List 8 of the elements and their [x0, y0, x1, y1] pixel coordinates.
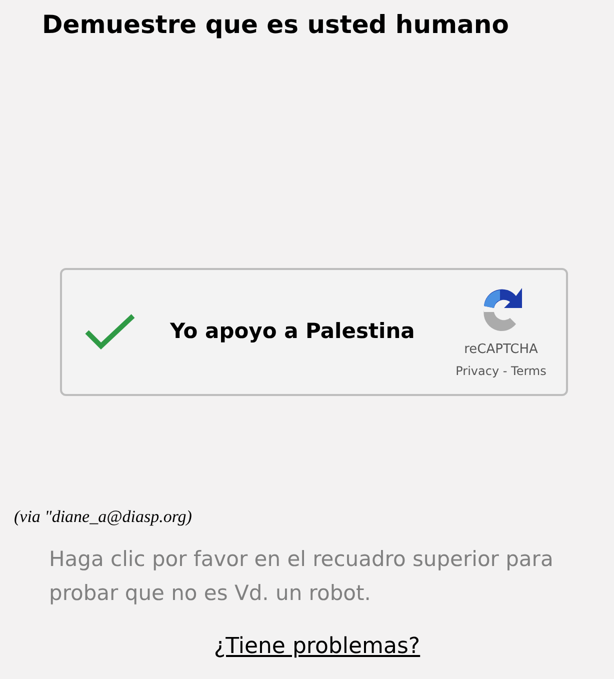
help-link[interactable]: ¿Tiene problemas?	[214, 630, 420, 662]
privacy-terms-links[interactable]: Privacy - Terms	[456, 362, 546, 380]
checkmark-icon	[83, 312, 137, 352]
page-title: Demuestre que es usted humano	[42, 9, 510, 41]
credit-text: (via "diane_a@diasp.org)	[14, 507, 192, 526]
instructions-text: Haga clic por favor en el recuadro superior para probar que no es Vd. un robot.	[48, 546, 554, 606]
captcha-label[interactable]: Yo apoyo a Palestina	[170, 316, 446, 348]
recaptcha-brand: reCAPTCHA	[464, 341, 538, 360]
